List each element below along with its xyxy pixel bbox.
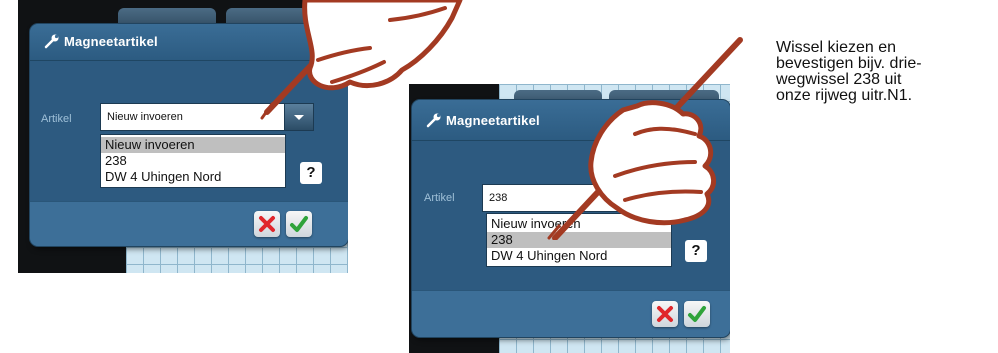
confirm-button[interactable]: [684, 301, 710, 327]
magneetartikel-dialog: Magneetartikel Artikel 238 Nieuw invoere…: [412, 100, 730, 337]
cancel-button[interactable]: [652, 301, 678, 327]
artikel-select[interactable]: 238: [482, 184, 696, 212]
list-item[interactable]: Nieuw invoeren: [101, 137, 285, 153]
dialog-footer: [412, 290, 730, 337]
wrench-icon: [44, 34, 59, 49]
dropdown-arrow-button[interactable]: [284, 104, 313, 130]
confirm-check-icon: [290, 216, 308, 232]
caption-line: Wissel kiezen en: [776, 39, 897, 56]
artikel-select-value: 238: [489, 192, 508, 204]
dialog-titlebar: Magneetartikel: [412, 100, 730, 141]
cancel-button[interactable]: [254, 211, 280, 237]
caption-line: bevestigen bijv. drie-: [776, 55, 922, 72]
dialog-title: Magneetartikel: [446, 113, 540, 128]
screenshot-panel-1: Magneetartikel Artikel Nieuw invoeren Ni…: [18, 0, 348, 273]
instruction-caption: Wissel kiezen en bevestigen bijv. drie- …: [776, 40, 991, 104]
dialog-titlebar: Magneetartikel: [30, 24, 348, 61]
list-item[interactable]: Nieuw invoeren: [487, 216, 671, 232]
caption-line: onze rijweg uitr.N1.: [776, 87, 913, 104]
artikel-label: Artikel: [41, 113, 72, 125]
caption-line: wegwissel 238 uit: [776, 71, 902, 88]
help-button[interactable]: ?: [685, 240, 707, 262]
screenshot-panel-2: Magneetartikel Artikel 238 Nieuw invoere…: [409, 84, 730, 353]
confirm-check-icon: [688, 306, 706, 322]
artikel-select[interactable]: Nieuw invoeren: [100, 103, 314, 131]
artikel-options-list: Nieuw invoeren 238 DW 4 Uhingen Nord: [100, 134, 286, 188]
wrench-icon: [426, 113, 441, 128]
artikel-options-list: Nieuw invoeren 238 DW 4 Uhingen Nord: [486, 213, 672, 267]
help-button[interactable]: ?: [300, 162, 322, 184]
list-item[interactable]: 238: [487, 232, 671, 248]
list-item[interactable]: DW 4 Uhingen Nord: [101, 169, 285, 185]
cancel-x-icon: [259, 216, 275, 232]
artikel-select-value: Nieuw invoeren: [107, 111, 183, 123]
dialog-footer: [30, 201, 348, 246]
list-item[interactable]: DW 4 Uhingen Nord: [487, 248, 671, 264]
artikel-label: Artikel: [424, 192, 455, 204]
chevron-down-icon: [294, 115, 304, 120]
list-item[interactable]: 238: [101, 153, 285, 169]
magneetartikel-dialog: Magneetartikel Artikel Nieuw invoeren Ni…: [30, 24, 348, 246]
cancel-x-icon: [657, 306, 673, 322]
confirm-button[interactable]: [286, 211, 312, 237]
dialog-title: Magneetartikel: [64, 34, 158, 49]
